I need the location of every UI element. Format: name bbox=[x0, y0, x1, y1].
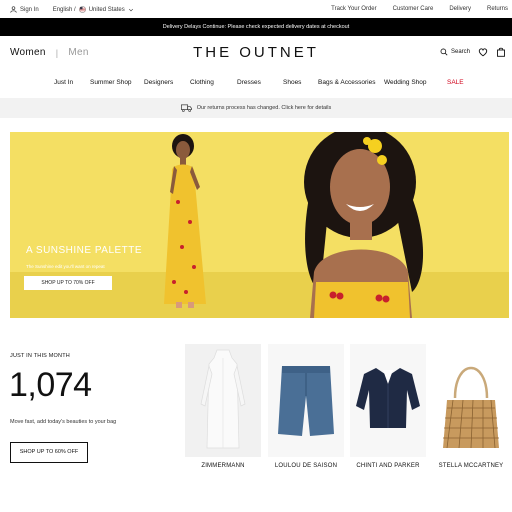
navy-cardigan-image bbox=[356, 368, 420, 428]
delivery-delay-banner[interactable]: Delivery Delays Continue: Please check e… bbox=[0, 18, 512, 36]
nav-bags-accessories[interactable]: Bags & Accessories bbox=[318, 79, 375, 86]
returns-notice[interactable]: Our returns process has changed. Click h… bbox=[0, 98, 512, 118]
product-card[interactable]: LOULOU DE SAISON bbox=[268, 344, 344, 469]
delivery-delay-text: Delivery Delays Continue: Please check e… bbox=[162, 24, 350, 30]
chevron-down-icon bbox=[128, 8, 133, 11]
nav-clothing[interactable]: Clothing bbox=[190, 79, 214, 86]
country-label: United States bbox=[88, 6, 125, 13]
product-image[interactable] bbox=[185, 344, 261, 457]
delivery-truck-icon bbox=[180, 104, 192, 112]
sign-in-label: Sign In bbox=[20, 6, 39, 13]
us-flag-icon bbox=[78, 6, 86, 13]
hero-banner[interactable]: A SUNSHINE PALETTE The Sunshine edit you… bbox=[10, 132, 509, 318]
closeup-model-figure bbox=[304, 132, 424, 318]
locale-selector[interactable]: English / United States bbox=[53, 6, 134, 13]
sign-in-link[interactable]: Sign In bbox=[10, 6, 39, 13]
just-in-label: JUST IN THIS MONTH bbox=[10, 353, 70, 359]
product-card[interactable]: STELLA MCCARTNEY bbox=[433, 344, 509, 469]
product-image[interactable] bbox=[268, 344, 344, 457]
chain-bag-image bbox=[443, 366, 499, 449]
product-brand[interactable]: ZIMMERMANN bbox=[185, 463, 261, 469]
heart-icon[interactable] bbox=[478, 47, 488, 57]
just-in-count: 1,074 bbox=[9, 366, 92, 404]
customer-care-link[interactable]: Customer Care bbox=[393, 6, 434, 12]
nav-summer-shop[interactable]: Summer Shop bbox=[90, 79, 132, 86]
nav-shoes[interactable]: Shoes bbox=[283, 79, 301, 86]
header-actions: Search bbox=[440, 47, 506, 57]
user-icon bbox=[10, 6, 17, 13]
standing-model-figure bbox=[164, 134, 206, 308]
hero-shop-button[interactable]: SHOP UP TO 70% OFF bbox=[24, 276, 112, 290]
returns-text: Our returns process has changed. Click h… bbox=[196, 105, 332, 111]
product-image[interactable] bbox=[350, 344, 426, 457]
returns-link[interactable]: Returns bbox=[487, 6, 508, 12]
search-button[interactable]: Search bbox=[440, 48, 470, 56]
nav-sale[interactable]: SALE bbox=[447, 79, 464, 86]
product-card[interactable]: ZIMMERMANN bbox=[185, 344, 261, 469]
shopping-bag-icon[interactable] bbox=[496, 47, 506, 57]
hero-subtitle: The Sunshine edit you'll want on repeat bbox=[26, 264, 105, 269]
search-icon bbox=[440, 48, 448, 56]
product-brand[interactable]: STELLA MCCARTNEY bbox=[433, 463, 509, 469]
language-label: English / bbox=[52, 6, 76, 13]
hero-title: A SUNSHINE PALETTE bbox=[26, 245, 143, 256]
nav-just-in[interactable]: Just In bbox=[54, 79, 73, 86]
site-header: Women | Men THE OUTNET Search bbox=[0, 36, 512, 70]
site-logo[interactable]: THE OUTNET bbox=[0, 44, 512, 61]
nav-wedding-shop[interactable]: Wedding Shop bbox=[384, 79, 427, 86]
main-navigation: Just In Summer Shop Designers Clothing D… bbox=[0, 76, 512, 90]
utility-left: Sign In English / United States bbox=[10, 6, 134, 13]
just-in-shop-button[interactable]: SHOP UP TO 60% OFF bbox=[10, 442, 88, 463]
delivery-link[interactable]: Delivery bbox=[449, 6, 471, 12]
utility-links: Track Your Order Customer Care Delivery … bbox=[331, 6, 508, 12]
utility-bar: Sign In English / United States Track Yo… bbox=[0, 0, 512, 18]
track-order-link[interactable]: Track Your Order bbox=[331, 6, 376, 12]
denim-shorts-image bbox=[278, 366, 334, 436]
nav-designers[interactable]: Designers bbox=[144, 79, 173, 86]
just-in-subtitle: Move fast, add today's beauties to your … bbox=[10, 419, 117, 425]
nav-dresses[interactable]: Dresses bbox=[237, 79, 261, 86]
product-image[interactable] bbox=[433, 344, 509, 457]
product-brand[interactable]: LOULOU DE SAISON bbox=[268, 463, 344, 469]
white-dress-image bbox=[200, 349, 246, 449]
product-card[interactable]: CHINTI AND PARKER bbox=[350, 344, 426, 469]
search-label: Search bbox=[450, 49, 470, 55]
product-brand[interactable]: CHINTI AND PARKER bbox=[350, 463, 426, 469]
hero-photo bbox=[164, 132, 424, 318]
